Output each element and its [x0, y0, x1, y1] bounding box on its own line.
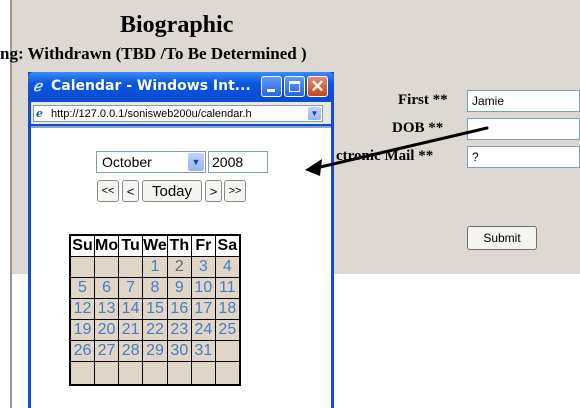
- calendar-day-16[interactable]: 16: [166, 298, 192, 320]
- first-name-input[interactable]: Jamie: [467, 90, 580, 112]
- minimize-button[interactable]: [261, 76, 282, 97]
- calendar-empty-cell: [142, 361, 168, 386]
- dob-label: DOB **: [392, 120, 444, 136]
- calendar-grid: Su Mo Tu We Th Fr Sa 1 2 3 4 5 6 7 8 9 10 11 12 13 14…: [69, 234, 241, 386]
- calendar-empty-cell: [214, 340, 241, 362]
- chevron-down-icon[interactable]: ▼: [188, 153, 204, 171]
- calendar-day-28[interactable]: 28: [118, 340, 144, 362]
- calendar-day-23[interactable]: 23: [166, 319, 192, 341]
- today-button[interactable]: Today: [142, 180, 202, 202]
- calendar-popup-window: ℯ Calendar - Windows Int... ✕ e http://1…: [28, 72, 334, 408]
- calendar-day-19[interactable]: 19: [69, 319, 95, 341]
- dob-input[interactable]: [467, 118, 580, 140]
- first-name-label: First **: [398, 92, 448, 108]
- calendar-day-9[interactable]: 9: [166, 277, 192, 299]
- calendar-day-13[interactable]: 13: [93, 298, 120, 320]
- next-month-button[interactable]: >: [205, 180, 222, 202]
- ie-icon: ℯ: [33, 77, 42, 95]
- weekday-tuesday: Tu: [118, 234, 144, 257]
- calendar-week-row: 26 27 28 29 30 31: [69, 340, 241, 362]
- next-year-button[interactable]: >>: [224, 180, 246, 202]
- month-select-value: October: [102, 154, 152, 170]
- calendar-week-row: 19 20 21 22 23 24 25: [69, 319, 241, 341]
- calendar-empty-cell: [190, 361, 216, 386]
- address-bar: e http://127.0.0.1/sonisweb200u/calendar…: [31, 102, 331, 124]
- calendar-day-22[interactable]: 22: [142, 319, 168, 341]
- page-icon: e: [36, 107, 43, 120]
- calendar-day-20[interactable]: 20: [93, 319, 120, 341]
- calendar-day-11[interactable]: 11: [214, 277, 241, 299]
- popup-titlebar[interactable]: ℯ Calendar - Windows Int... ✕: [28, 72, 334, 100]
- page-title: Biographic: [120, 12, 234, 38]
- calendar-day-4[interactable]: 4: [214, 256, 241, 278]
- calendar-empty-cell: [69, 361, 95, 386]
- address-url: http://127.0.0.1/sonisweb200u/calendar.h: [51, 108, 252, 120]
- calendar-day-27[interactable]: 27: [93, 340, 120, 362]
- previous-year-button[interactable]: <<: [97, 180, 119, 202]
- calendar-week-row: [69, 361, 241, 386]
- weekday-monday: Mo: [93, 234, 120, 257]
- calendar-day-17[interactable]: 17: [190, 298, 216, 320]
- calendar-day-10[interactable]: 10: [190, 277, 216, 299]
- calendar-day-8[interactable]: 8: [142, 277, 168, 299]
- weekday-thursday: Th: [166, 234, 192, 257]
- calendar-day-5[interactable]: 5: [69, 277, 95, 299]
- weekday-sunday: Su: [69, 234, 95, 257]
- weekday-friday: Fr: [190, 234, 216, 257]
- calendar-day-15[interactable]: 15: [142, 298, 168, 320]
- calendar-empty-cell: [166, 361, 192, 386]
- calendar-empty-cell: [118, 361, 144, 386]
- weekday-saturday: Sa: [214, 234, 241, 257]
- address-field[interactable]: e http://127.0.0.1/sonisweb200u/calendar…: [33, 105, 323, 122]
- calendar-day-26[interactable]: 26: [69, 340, 95, 362]
- maximize-button[interactable]: [284, 76, 305, 97]
- email-label: ctronic Mail **: [336, 148, 434, 164]
- previous-month-button[interactable]: <: [122, 180, 139, 202]
- calendar-day-18[interactable]: 18: [214, 298, 241, 320]
- calendar-day-29[interactable]: 29: [142, 340, 168, 362]
- weekday-wednesday: We: [142, 234, 168, 257]
- calendar-empty-cell: [69, 256, 95, 278]
- calendar-day-7[interactable]: 7: [118, 277, 144, 299]
- calendar-day-24[interactable]: 24: [190, 319, 216, 341]
- calendar-day-12[interactable]: 12: [69, 298, 95, 320]
- calendar-day-31[interactable]: 31: [190, 340, 216, 362]
- calendar-days: 1 2 3 4 5 6 7 8 9 10 11 12 13 14 15 16 17 18 19 20 21 22 23 24 2…: [69, 256, 241, 386]
- calendar-day-30[interactable]: 30: [166, 340, 192, 362]
- calendar-empty-cell: [118, 256, 144, 278]
- calendar-week-row: 1234: [69, 256, 241, 278]
- email-input[interactable]: ?: [467, 146, 580, 168]
- calendar-day-6[interactable]: 6: [93, 277, 120, 299]
- close-icon: ✕: [310, 77, 325, 96]
- calendar-content: October ▼ 2008 << < Today > >> Su Mo Tu …: [31, 126, 331, 408]
- calendar-week-row: 12 13 14 15 16 17 18: [69, 298, 241, 320]
- month-select[interactable]: October ▼: [96, 151, 206, 173]
- enrollment-status: ng: Withdrawn (TBD /To Be Determined ): [0, 44, 307, 63]
- calendar-day-14[interactable]: 14: [118, 298, 144, 320]
- calendar-day-21[interactable]: 21: [118, 319, 144, 341]
- calendar-day-1[interactable]: 1: [142, 256, 168, 278]
- close-button[interactable]: ✕: [307, 76, 328, 97]
- submit-button[interactable]: Submit: [467, 226, 537, 250]
- address-dropdown-icon[interactable]: ▼: [308, 107, 321, 120]
- calendar-empty-cell: [93, 256, 120, 278]
- popup-title: Calendar - Windows Int...: [51, 78, 251, 94]
- weekday-header-row: Su Mo Tu We Th Fr Sa: [69, 234, 241, 257]
- calendar-empty-cell: [214, 361, 241, 386]
- calendar-week-row: 5 6 7 8 9 10 11: [69, 277, 241, 299]
- calendar-day-25[interactable]: 25: [214, 319, 241, 341]
- year-input[interactable]: 2008: [208, 151, 268, 173]
- calendar-day-3[interactable]: 3: [190, 256, 216, 278]
- calendar-day-2[interactable]: 2: [166, 256, 192, 278]
- calendar-empty-cell: [93, 361, 120, 386]
